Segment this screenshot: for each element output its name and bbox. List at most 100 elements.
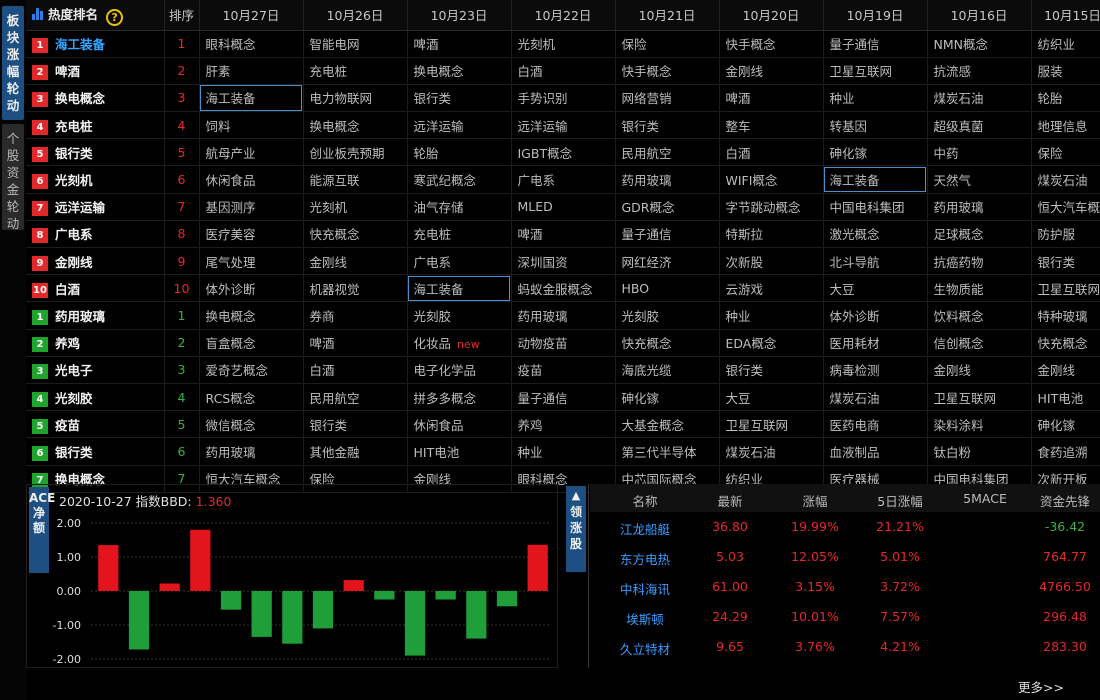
sector-cell[interactable]: 创业板壳预期 — [303, 138, 408, 167]
sector-cell[interactable]: 网络营销 — [615, 84, 720, 113]
lead-column-header[interactable]: 最新 — [700, 491, 760, 510]
sector-cell[interactable]: 其他金融 — [303, 437, 408, 466]
lead-stock-row[interactable]: 中科海讯 61.00 3.15% 3.72% 4766.50 — [590, 572, 1100, 602]
sector-cell[interactable]: 光刻胶 — [615, 301, 720, 330]
sector-cell[interactable]: 医药电商 — [823, 410, 928, 439]
sector-cell[interactable]: 白酒 — [511, 57, 616, 85]
sector-cell[interactable]: 字节跳动概念 — [719, 193, 824, 221]
sector-cell[interactable]: NMN概念 — [927, 30, 1032, 58]
table-row[interactable]: 5 疫苗 5 微信概念 银行类 休闲食品 养鸡 大基金概念 卫星互联网 医药电商 染料涂料 砷化镓 — [26, 410, 1100, 439]
sector-cell[interactable]: 深圳国资 — [511, 247, 616, 276]
sector-cell[interactable]: 尾气处理 — [199, 247, 304, 276]
table-row[interactable]: 1 药用玻璃 1 换电概念 券商 光刻胶 药用玻璃 光刻胶 种业 体外诊断 饮料概念 特种玻璃 — [26, 301, 1100, 330]
sector-cell[interactable]: 快手概念 — [615, 57, 720, 85]
sector-name-cell[interactable]: 4 充电桩 — [26, 111, 165, 140]
table-row[interactable]: 7 远洋运输 7 基因测序 光刻机 油气存储 MLED GDR概念 字节跳动概念 中国电科集团 药用… — [26, 193, 1100, 221]
lead-stock-row[interactable]: 江龙船艇 36.80 19.99% 21.21% -36.42 — [590, 512, 1100, 542]
hot-rank-header[interactable]: 热度排名? — [26, 0, 165, 31]
sector-cell[interactable]: 饮料概念 — [927, 301, 1032, 330]
sector-name-cell[interactable]: 3 光电子 — [26, 356, 165, 384]
lead-column-header[interactable]: 5MACE — [955, 491, 1015, 506]
sector-cell[interactable]: RCS概念 — [199, 383, 304, 412]
table-row[interactable]: 4 充电桩 4 饲料 换电概念 远洋运输 远洋运输 银行类 整车 转基因 超级真菌 地理信息 — [26, 111, 1100, 140]
sector-name-cell[interactable]: 2 啤酒 — [26, 57, 165, 85]
ace-bar[interactable] — [282, 591, 303, 644]
sector-cell[interactable]: 海工装备 — [199, 84, 304, 113]
sector-cell[interactable]: 药用玻璃 — [615, 165, 720, 194]
lead-column-header[interactable]: 名称 — [610, 491, 680, 510]
sector-cell[interactable]: 量子通信 — [511, 383, 616, 412]
sector-name-cell[interactable]: 6 光刻机 — [26, 165, 165, 194]
rank-header[interactable]: 排序 — [164, 0, 200, 31]
sector-cell[interactable]: 银行类 — [303, 410, 408, 439]
sector-cell[interactable]: 充电桩 — [407, 220, 512, 249]
sector-cell[interactable]: 卫星互联网 — [719, 410, 824, 439]
sector-cell[interactable]: 光刻胶 — [407, 301, 512, 330]
sector-cell[interactable]: 体外诊断 — [823, 301, 928, 330]
sector-cell[interactable]: 油气存储 — [407, 193, 512, 221]
sector-cell[interactable]: 广电系 — [511, 165, 616, 194]
sector-cell[interactable]: 药用玻璃 — [511, 301, 616, 330]
ace-bar[interactable] — [190, 529, 211, 591]
sector-cell[interactable]: 转基因 — [823, 111, 928, 140]
table-row[interactable]: 6 光刻机 6 休闲食品 能源互联 寒武纪概念 广电系 药用玻璃 WIFI概念 海工装备 天然气 煤炭… — [26, 165, 1100, 194]
sector-cell[interactable]: 药用玻璃 — [199, 437, 304, 466]
sector-cell[interactable]: 光刻机 — [511, 30, 616, 58]
sector-cell[interactable]: 光刻机 — [303, 193, 408, 221]
sector-cell[interactable]: 云游戏 — [719, 274, 824, 303]
sector-cell[interactable]: 寒武纪概念 — [407, 165, 512, 194]
sector-cell[interactable]: 量子通信 — [823, 30, 928, 58]
sector-name-cell[interactable]: 1 海工装备 — [26, 30, 165, 58]
sector-cell[interactable]: 远洋运输 — [407, 111, 512, 140]
ace-bar[interactable] — [404, 591, 426, 656]
sector-cell[interactable]: 基因测序 — [199, 193, 304, 221]
ace-bar[interactable] — [128, 591, 150, 650]
date-header[interactable]: 10月16日 — [927, 0, 1032, 31]
date-header[interactable]: 10月27日 — [199, 0, 304, 31]
ace-bar[interactable] — [527, 544, 548, 591]
sector-cell[interactable]: 超级真菌 — [927, 111, 1032, 140]
sector-name-cell[interactable]: 6 银行类 — [26, 437, 165, 466]
sector-cell[interactable]: 大豆 — [823, 274, 928, 303]
sector-cell[interactable]: 啤酒 — [719, 84, 824, 113]
ace-bar[interactable] — [435, 591, 456, 600]
leading-stocks-tab[interactable]: ▲ 领涨股 — [566, 486, 586, 572]
sector-cell[interactable]: 轮胎 — [407, 138, 512, 167]
sector-cell[interactable]: WIFI概念 — [719, 165, 824, 194]
ace-bar[interactable] — [343, 580, 364, 591]
sector-cell[interactable]: 快手概念 — [719, 30, 824, 58]
ace-bar[interactable] — [374, 591, 395, 600]
date-header[interactable]: 10月15日 — [1031, 0, 1100, 31]
ace-bar[interactable] — [466, 591, 487, 639]
sector-cell[interactable]: 微信概念 — [199, 410, 304, 439]
sector-cell[interactable]: 啤酒 — [407, 30, 512, 58]
sector-cell[interactable]: 血液制品 — [823, 437, 928, 466]
sector-cell[interactable]: 电子化学品 — [407, 356, 512, 384]
sector-cell[interactable]: 天然气 — [927, 165, 1032, 194]
sector-cell[interactable]: 生物质能 — [927, 274, 1032, 303]
table-row[interactable]: 9 金刚线 9 尾气处理 金刚线 广电系 深圳国资 网红经济 次新股 北斗导航 抗癌药物 银行类 — [26, 247, 1100, 276]
lead-column-header[interactable]: 涨幅 — [775, 491, 855, 510]
sector-cell[interactable]: 卫星互联网 — [823, 57, 928, 85]
sector-cell[interactable]: 金刚线 — [719, 57, 824, 85]
sector-cell[interactable]: 煤炭石油 — [927, 84, 1032, 113]
sector-cell[interactable]: MLED — [511, 193, 616, 221]
table-row[interactable]: 10 白酒 10 体外诊断 机器视觉 海工装备 蚂蚁金服概念 HBO 云游戏 大豆 生物质能 卫星互联… — [26, 274, 1100, 303]
sector-cell[interactable]: 大豆 — [719, 383, 824, 412]
sector-cell[interactable]: 广电系 — [407, 247, 512, 276]
sector-cell[interactable]: 爱奇艺概念 — [199, 356, 304, 384]
sector-cell[interactable]: 金刚线 — [303, 247, 408, 276]
sector-cell[interactable]: 券商 — [303, 301, 408, 330]
date-header[interactable]: 10月23日 — [407, 0, 512, 31]
sector-cell[interactable]: 煤炭石油 — [1031, 165, 1100, 194]
sector-name-cell[interactable]: 1 药用玻璃 — [26, 301, 165, 330]
sector-cell[interactable]: 钛白粉 — [927, 437, 1032, 466]
sector-cell[interactable]: 食药追溯 — [1031, 437, 1100, 466]
sector-cell[interactable]: 第三代半导体 — [615, 437, 720, 466]
sector-cell[interactable]: 地理信息 — [1031, 111, 1100, 140]
sector-cell[interactable]: 民用航空 — [615, 138, 720, 167]
sector-cell[interactable]: 换电概念 — [303, 111, 408, 140]
sector-cell[interactable]: 保险 — [615, 30, 720, 58]
sector-cell[interactable]: 煤炭石油 — [823, 383, 928, 412]
sector-cell[interactable]: 染料涂料 — [927, 410, 1032, 439]
